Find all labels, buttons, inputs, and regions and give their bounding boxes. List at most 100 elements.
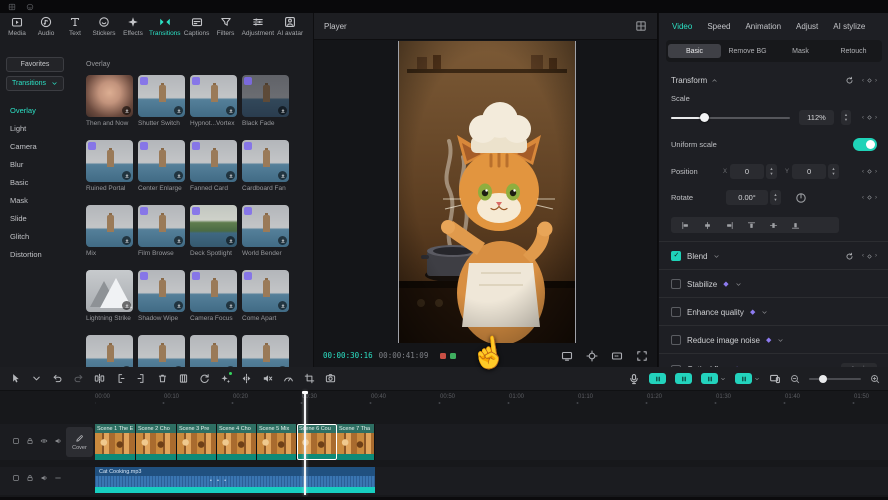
timeline-tool[interactable] [176,371,190,387]
transition-item[interactable] [190,335,237,367]
timeline-tool[interactable] [134,371,148,387]
red-marker-icon[interactable] [440,353,446,359]
toolbar-tab[interactable]: Audio [33,16,59,37]
transition-item[interactable]: Shutter Switch [138,75,185,127]
video-clip[interactable]: Scene 2 Cho [136,424,177,460]
align-right-icon[interactable] [725,221,734,230]
timeline-zoom-slider[interactable] [809,378,861,380]
uniform-scale-toggle[interactable] [853,138,877,151]
align-left-icon[interactable] [681,221,690,230]
collapse-icon[interactable] [711,77,718,84]
sidebar-item[interactable]: Blur [0,155,70,173]
toolbar-tab[interactable]: Filters [213,16,239,37]
sidebar-item[interactable]: Camera [0,137,70,155]
align-top-icon[interactable] [747,221,756,230]
video-clip[interactable]: Scene 6 Cou [297,424,337,460]
inspector-subtab[interactable]: Remove BG [721,44,774,58]
position-x-stepper[interactable]: ▲▼ [766,164,777,179]
inspector-tab[interactable]: Speed [707,22,730,31]
timeline-tool[interactable] [281,371,295,387]
position-keyframe-control[interactable]: ‹› [862,168,877,175]
toolbar-tab[interactable]: Effects [120,16,146,37]
sidebar-item[interactable]: Mask [0,191,70,209]
sidebar-item[interactable]: Slide [0,209,70,227]
track-header-icon[interactable] [26,437,34,445]
toolbar-tab[interactable]: Adjustment [242,16,275,37]
timeline-tool[interactable] [8,371,22,387]
chevron-down-icon[interactable] [754,376,760,382]
audio-clip[interactable]: Cat Cooking.mp3 • • • [95,467,375,487]
toggle-pill-icon[interactable] [649,373,666,384]
download-icon[interactable] [278,171,287,180]
download-icon[interactable] [226,236,235,245]
fullscreen-icon[interactable] [636,350,648,362]
scale-value[interactable]: 112% [799,110,834,125]
download-icon[interactable] [174,236,183,245]
timeline-ruler[interactable]: 00:0000:1000:2000:3000:4000:5001:0001:10… [95,391,888,405]
rotate-value[interactable]: 0.00° [726,190,768,205]
inspector-tab[interactable]: Animation [745,22,781,31]
toolbar-tab[interactable]: Transitions [149,16,181,37]
position-y-stepper[interactable]: ▲▼ [828,164,839,179]
keyframe-diamond-icon[interactable] [866,114,873,121]
video-clip[interactable]: Scene 5 Mix [257,424,297,460]
green-marker-icon[interactable] [450,353,456,359]
display-mode-icon[interactable] [561,350,573,362]
download-icon[interactable] [174,106,183,115]
transition-item[interactable] [86,335,133,367]
inspector-tab[interactable]: Adjust [796,22,818,31]
sidebar-item[interactable]: Glitch [0,227,70,245]
preview-device-icon[interactable] [769,373,781,385]
transition-item[interactable] [242,335,289,367]
video-clip[interactable]: Scene 4 Cho [217,424,257,460]
toolbar-tab[interactable]: Captions [184,16,210,37]
cover-button[interactable]: Cover [66,427,93,457]
category-select[interactable]: Transitions [6,76,64,91]
transition-item[interactable]: Then and Now [86,75,133,127]
download-icon[interactable] [122,171,131,180]
inspector-tab[interactable]: Video [672,22,692,31]
track-header-icon[interactable] [54,474,62,482]
chevron-down-icon[interactable] [777,337,784,344]
align-center-vertical-icon[interactable] [769,221,778,230]
transition-item[interactable]: Fanned Card [190,140,237,192]
transition-item[interactable]: Camera Focus [190,270,237,322]
feature-checkbox[interactable] [671,279,681,289]
record-icon[interactable] [26,3,34,11]
download-icon[interactable] [226,171,235,180]
sidebar-item[interactable]: Overlay [0,101,70,119]
toggle-pill-icon[interactable] [735,373,752,384]
toggle-pill-icon[interactable] [701,373,718,384]
transition-item[interactable]: Ruined Portal [86,140,133,192]
toolbar-tab[interactable]: Stickers [91,16,117,37]
sidebar-item[interactable]: Light [0,119,70,137]
transition-item[interactable]: Lightning Strike [86,270,133,322]
timeline-tool[interactable] [29,371,43,387]
inspector-tab[interactable]: AI stylize [833,22,865,31]
download-icon[interactable] [226,106,235,115]
app-menu-icon[interactable] [8,3,16,11]
focus-track-icon[interactable] [586,350,598,362]
inspector-subtab[interactable]: Retouch [827,44,880,58]
rotate-keyframe-control[interactable]: ‹› [862,194,877,201]
download-icon[interactable] [122,301,131,310]
reset-transform-icon[interactable] [845,76,854,85]
inspector-subtab[interactable]: Basic [668,44,721,58]
transition-item[interactable]: Shadow Wipe [138,270,185,322]
scale-slider-thumb[interactable] [700,113,709,122]
track-header-icon[interactable] [12,474,20,482]
transform-keyframe-control[interactable]: ‹› [862,77,877,84]
scale-stepper[interactable]: ▲▼ [841,110,851,125]
timeline-tool[interactable] [50,371,64,387]
timeline-tool[interactable] [92,371,106,387]
download-icon[interactable] [278,301,287,310]
zoom-in-icon[interactable] [870,374,880,384]
timeline-tool[interactable] [323,371,337,387]
transition-item[interactable]: World Bender [242,205,289,257]
sidebar-item[interactable]: Distortion [0,245,70,263]
inspector-subtab[interactable]: Mask [774,44,827,58]
position-x-value[interactable]: 0 [730,164,764,179]
timeline-tool[interactable] [260,371,274,387]
track-header-icon[interactable] [26,474,34,482]
video-clip[interactable]: Scene 7 Tha [337,424,375,460]
